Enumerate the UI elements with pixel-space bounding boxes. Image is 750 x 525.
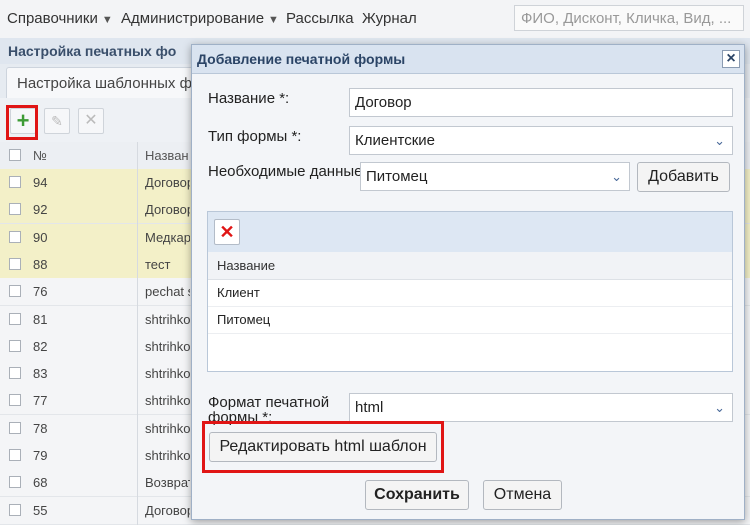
delete-button[interactable]: ✕ (214, 219, 240, 245)
subgrid-toolbar: ✕ (208, 212, 732, 252)
row-number: 77 (33, 393, 48, 409)
row-number: 81 (33, 311, 48, 327)
row-number: 78 (33, 420, 48, 436)
subgrid-header: Название (208, 252, 732, 280)
nav-menu-mailing[interactable]: Рассылка (286, 10, 354, 27)
search-input[interactable]: ФИО, Дисконт, Кличка, Вид, ... (514, 5, 744, 31)
row-checkbox[interactable] (9, 503, 21, 516)
column-header-name: Назван (145, 148, 189, 163)
form-type-label: Тип формы *: (208, 128, 302, 145)
row-name: тест (145, 256, 171, 272)
print-format-value: html (355, 399, 384, 416)
delete-button[interactable]: ✕ (78, 108, 104, 134)
table-row[interactable]: Клиент (208, 279, 732, 307)
row-number: 76 (33, 284, 48, 300)
row-number: 88 (33, 256, 48, 272)
row-number: 83 (33, 366, 48, 382)
column-header-num: № (33, 148, 47, 163)
row-checkbox[interactable] (9, 449, 21, 461)
row-name: pechat s (145, 284, 190, 300)
required-data-value: Питомец (366, 168, 428, 185)
row-checkbox[interactable] (9, 230, 21, 243)
nav-menu-administration[interactable]: Администрирование ▼ (121, 10, 279, 27)
row-name: Медкар (145, 229, 190, 245)
row-number: 94 (33, 175, 48, 190)
row-name: shtrihko (145, 311, 190, 327)
nav-menu-spravochniki[interactable]: Справочники ▼ (7, 10, 113, 27)
chevron-down-icon: ⌄ (714, 400, 725, 415)
edit-button[interactable]: ✎ (44, 108, 70, 134)
row-number: 55 (33, 502, 48, 518)
save-button[interactable]: Сохранить (365, 480, 469, 510)
highlight-frame (6, 105, 38, 140)
row-checkbox[interactable] (9, 394, 21, 407)
row-number: 82 (33, 338, 48, 354)
close-icon[interactable]: × (722, 50, 740, 68)
nav-label: Рассылка (286, 10, 354, 27)
close-icon: ✕ (84, 112, 98, 129)
row-checkbox[interactable] (9, 257, 21, 270)
row-name: shtrihko (145, 393, 190, 409)
pencil-icon: ✎ (51, 113, 63, 129)
cancel-button[interactable]: Отмена (483, 480, 562, 510)
print-format-select[interactable]: html ⌄ (349, 393, 733, 422)
nav-label: Справочники (7, 10, 98, 27)
row-cell: Питомец (217, 312, 271, 327)
row-number: 92 (33, 202, 48, 218)
row-name: shtrihko (145, 420, 190, 436)
required-data-label: Необходимые данные: (208, 163, 367, 180)
column-divider (137, 142, 138, 525)
form-type-select[interactable]: Клиентские ⌄ (349, 126, 733, 155)
row-checkbox[interactable] (9, 367, 21, 380)
close-icon: ✕ (219, 222, 235, 242)
tab-label: Настройка шаблонных фо (17, 75, 201, 92)
nav-label: Администрирование (121, 10, 265, 27)
add-data-button[interactable]: Добавить (637, 162, 730, 192)
row-name: Договор (145, 175, 190, 190)
nav-label: Журнал (362, 10, 417, 27)
highlight-frame (202, 421, 444, 473)
row-checkbox[interactable] (9, 312, 21, 325)
row-name: Возврат (145, 475, 190, 491)
required-data-grid: ✕ Название Клиент Питомец (207, 211, 733, 372)
chevron-down-icon: ⌄ (714, 133, 725, 148)
top-nav: Справочники ▼ Администрирование ▼ Рассылка… (0, 0, 750, 39)
dialog-titlebar: Добавление печатной формы × (192, 45, 744, 74)
caret-down-icon: ▼ (268, 14, 279, 26)
required-data-select[interactable]: Питомец ⌄ (360, 162, 630, 191)
table-row[interactable]: Питомец (208, 306, 732, 334)
row-number: 79 (33, 448, 48, 463)
row-name: Договор (145, 502, 190, 518)
name-field[interactable]: Договор (349, 88, 733, 117)
caret-down-icon: ▼ (101, 14, 113, 26)
row-number: 90 (33, 229, 48, 245)
chevron-down-icon: ⌄ (611, 169, 622, 184)
row-number: 68 (33, 475, 48, 491)
dialog-title: Добавление печатной формы (197, 51, 406, 67)
page-title: Настройка печатных фо (8, 43, 177, 59)
row-cell: Клиент (217, 285, 260, 300)
row-name: shtrihko (145, 338, 190, 354)
row-checkbox[interactable] (9, 203, 21, 216)
row-checkbox[interactable] (9, 476, 21, 489)
row-name: Договор (145, 202, 190, 218)
form-type-value: Клиентские (355, 132, 435, 149)
column-header-name: Название (217, 258, 276, 273)
row-checkbox[interactable] (9, 176, 21, 188)
name-label: Название *: (208, 90, 290, 107)
select-all-checkbox[interactable] (9, 149, 21, 161)
nav-menu-journal[interactable]: Журнал (362, 10, 417, 27)
row-checkbox[interactable] (9, 421, 21, 434)
row-name: shtrihko (145, 366, 190, 382)
row-checkbox[interactable] (9, 339, 21, 352)
row-checkbox[interactable] (9, 285, 21, 298)
row-name: shtrihko (145, 448, 190, 463)
